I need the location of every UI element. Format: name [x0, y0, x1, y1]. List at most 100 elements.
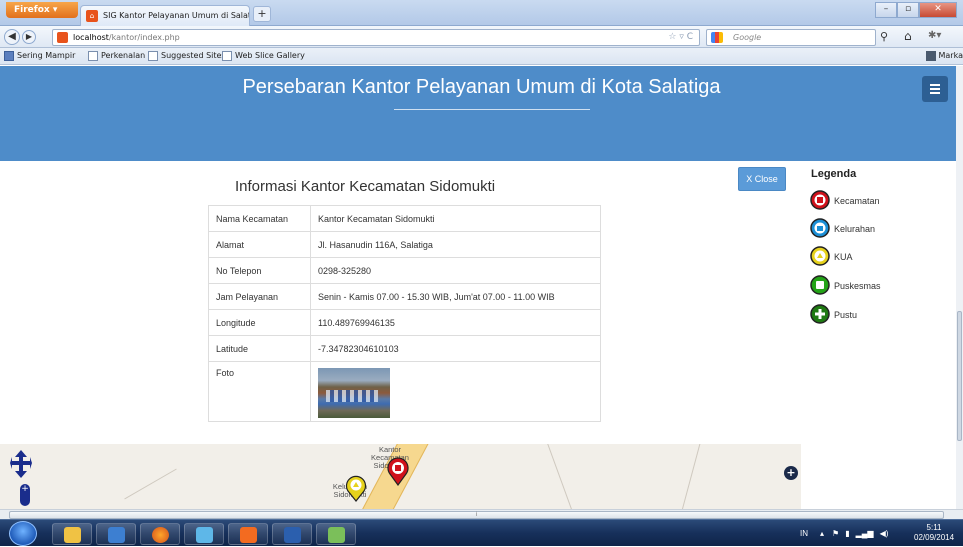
legend-item-pustu: Pustu — [810, 304, 857, 326]
building-marker-icon — [810, 190, 830, 212]
tray-expand-icon[interactable]: ▴ — [820, 529, 824, 538]
legend-label: Pustu — [834, 310, 857, 320]
page-title: Persebaran Kantor Pelayanan Umum di Kota… — [0, 76, 963, 99]
title-divider — [394, 109, 590, 110]
clock-date: 02/09/2014 — [914, 533, 954, 543]
bookmark-page-icon — [88, 51, 98, 61]
minimize-button[interactable]: – — [875, 2, 897, 18]
navigation-bar: ◀ ▶ localhost/kantor/index.php ☆ ▿ C Goo… — [0, 26, 963, 48]
bookmark-sering-mampir[interactable]: Sering Mampir — [4, 48, 75, 64]
addon-icon[interactable]: ✱▾ — [928, 30, 941, 41]
bookmarks-toolbar: Sering Mampir Perkenalan Suggested Sites… — [0, 48, 963, 65]
search-icon[interactable]: ⚲ — [880, 30, 888, 43]
tray-flag-icon[interactable]: ⚑ — [832, 529, 839, 538]
taskbar-app-icon[interactable] — [184, 523, 224, 545]
tray-signal-icon[interactable]: ▂▄▆ — [856, 529, 874, 538]
row-label: Alamat — [209, 232, 311, 258]
forward-arrow-icon[interactable]: ▶ — [22, 30, 36, 44]
info-title: Informasi Kantor Kecamatan Sidomukti — [235, 178, 495, 195]
row-value: Jl. Hasanudin 116A, Salatiga — [311, 232, 601, 258]
horizontal-scroll-thumb[interactable]: ⁞ — [9, 511, 944, 519]
taskbar-explorer-icon[interactable] — [52, 523, 92, 545]
bookmark-label: Web Slice Gallery — [235, 48, 305, 64]
firefox-menu-label: Firefox — [14, 5, 50, 15]
info-table: Nama Kecamatan Kantor Kecamatan Sidomukt… — [208, 205, 601, 422]
table-row: Latitude -7.34782304610103 — [209, 336, 601, 362]
taskbar-media-player-icon[interactable] — [96, 523, 136, 545]
clock-time: 5:11 — [914, 523, 954, 533]
hamburger-menu-icon[interactable] — [922, 76, 948, 102]
bookmark-label: Sering Mampir — [17, 48, 75, 64]
office-photo[interactable] — [318, 368, 390, 418]
map-street — [680, 444, 702, 509]
map-add-layer-icon[interactable]: + — [784, 466, 798, 480]
close-window-button[interactable]: ✕ — [919, 2, 957, 18]
legend-label: KUA — [834, 252, 853, 262]
row-label: No Telepon — [209, 258, 311, 284]
kua-map-marker-icon[interactable] — [345, 474, 367, 502]
map-street — [124, 469, 176, 500]
bookmark-perkenalan[interactable]: Perkenalan — [88, 48, 145, 64]
legend-title: Legenda — [811, 168, 856, 180]
legend-item-kua: KUA — [810, 246, 853, 268]
row-value — [311, 362, 601, 422]
table-row: Longitude 110.489769946135 — [209, 310, 601, 336]
legend-item-kecamatan: Kecamatan — [810, 190, 880, 212]
maximize-button[interactable]: ▫ — [897, 2, 919, 18]
pustu-marker-icon — [810, 304, 830, 326]
vertical-scrollbar[interactable] — [956, 66, 963, 509]
horizontal-scrollbar[interactable]: ⁞ — [0, 509, 963, 519]
bookmark-web-slice-gallery[interactable]: Web Slice Gallery — [222, 48, 305, 64]
table-row: No Telepon 0298-325280 — [209, 258, 601, 284]
row-value: Senin - Kamis 07.00 - 15.30 WIB, Jum'at … — [311, 284, 601, 310]
row-label: Longitude — [209, 310, 311, 336]
row-value: 0298-325280 — [311, 258, 601, 284]
tab-title: SIG Kantor Pelayanan Umum di Salatiga — [103, 11, 250, 20]
url-path: /kantor/index.php — [109, 33, 180, 42]
bookmarks-menu-icon — [926, 51, 936, 61]
close-info-button[interactable]: X Close — [738, 167, 786, 191]
start-button[interactable] — [9, 521, 37, 546]
legend-label: Kelurahan — [834, 224, 875, 234]
table-row: Nama Kecamatan Kantor Kecamatan Sidomukt… — [209, 206, 601, 232]
taskbar-xampp-icon[interactable] — [228, 523, 268, 545]
museum-marker-icon — [810, 218, 830, 240]
bookmark-label: Suggested Sites — [161, 48, 226, 64]
back-arrow-icon[interactable]: ◀ — [4, 29, 20, 45]
browser-tab[interactable]: ⌂ SIG Kantor Pelayanan Umum di Salatiga — [80, 5, 250, 26]
bookmark-suggested-sites[interactable]: Suggested Sites — [148, 48, 226, 64]
bookmark-folder-icon — [4, 51, 14, 61]
vertical-scroll-thumb[interactable] — [957, 311, 962, 441]
row-value: -7.34782304610103 — [311, 336, 601, 362]
bookmark-star-icon[interactable]: ☆ ▿ C — [668, 30, 693, 45]
tray-volume-icon[interactable]: ◀) — [880, 529, 889, 538]
search-input[interactable]: Google — [706, 29, 876, 46]
system-clock[interactable]: 5:11 02/09/2014 — [914, 523, 954, 543]
page-header: Persebaran Kantor Pelayanan Umum di Kota… — [0, 66, 963, 161]
bookmark-page-icon — [148, 51, 158, 61]
url-bar[interactable]: localhost/kantor/index.php ☆ ▿ C — [52, 29, 700, 46]
bookmarks-menu[interactable]: Marka — [926, 48, 963, 64]
firefox-menu-button[interactable]: Firefox ▾ — [6, 2, 78, 18]
taskbar-firefox-icon[interactable] — [140, 523, 180, 545]
row-value: 110.489769946135 — [311, 310, 601, 336]
google-search-engine-icon[interactable] — [711, 32, 723, 43]
taskbar-word-icon[interactable] — [272, 523, 312, 545]
url-favicon-icon — [57, 32, 68, 43]
map-zoom-in-button[interactable] — [20, 484, 30, 506]
map-pan-control-icon[interactable] — [10, 449, 32, 479]
row-label: Jam Pelayanan — [209, 284, 311, 310]
window-controls: – ▫ ✕ — [875, 2, 957, 18]
map-canvas[interactable]: Kantor Kecamatan Sidomukti Kelurahan Sid… — [0, 444, 801, 509]
system-tray: IN ▴ ⚑ ▮ ▂▄▆ ◀) — [800, 520, 888, 547]
kua-marker-icon — [810, 246, 830, 268]
new-tab-button[interactable]: + — [253, 6, 271, 22]
tray-battery-icon[interactable]: ▮ — [845, 529, 849, 538]
browser-titlebar: Firefox ▾ ⌂ SIG Kantor Pelayanan Umum di… — [0, 0, 963, 26]
home-icon[interactable]: ⌂ — [904, 29, 912, 43]
taskbar-paint-icon[interactable] — [316, 523, 356, 545]
legend-item-puskesmas: Puskesmas — [810, 275, 881, 297]
language-indicator[interactable]: IN — [800, 529, 808, 538]
table-row: Jam Pelayanan Senin - Kamis 07.00 - 15.3… — [209, 284, 601, 310]
kecamatan-map-marker-icon[interactable] — [386, 456, 410, 486]
